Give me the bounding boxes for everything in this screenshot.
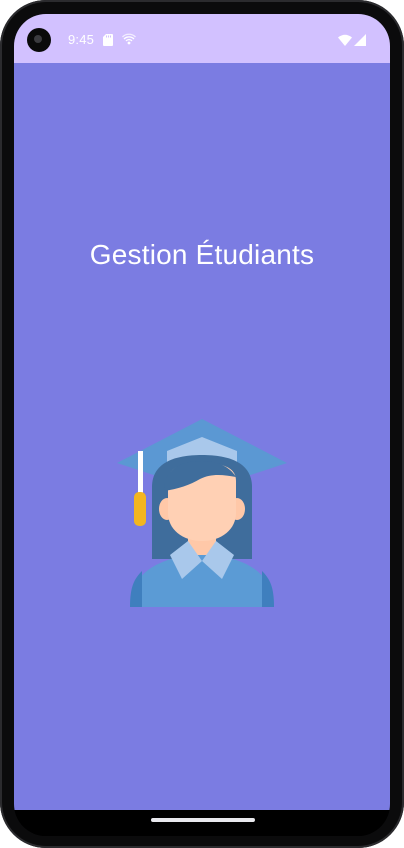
wifi-icon <box>338 34 352 46</box>
app-content: Gestion Étudiants <box>14 63 390 810</box>
cast-icon <box>122 33 136 45</box>
status-time: 9:45 <box>68 32 95 47</box>
screen: 9:45 Gestion Étudiants <box>14 14 390 836</box>
navigation-bar <box>14 810 390 836</box>
phone-frame: 9:45 Gestion Étudiants <box>0 0 404 848</box>
home-indicator[interactable] <box>151 818 255 822</box>
sd-card-icon <box>103 34 113 46</box>
app-title: Gestion Étudiants <box>89 239 315 270</box>
status-bar: 9:45 <box>14 14 390 63</box>
graduate-student-icon <box>117 419 287 607</box>
signal-icon <box>354 34 366 46</box>
front-camera-icon <box>27 28 51 52</box>
